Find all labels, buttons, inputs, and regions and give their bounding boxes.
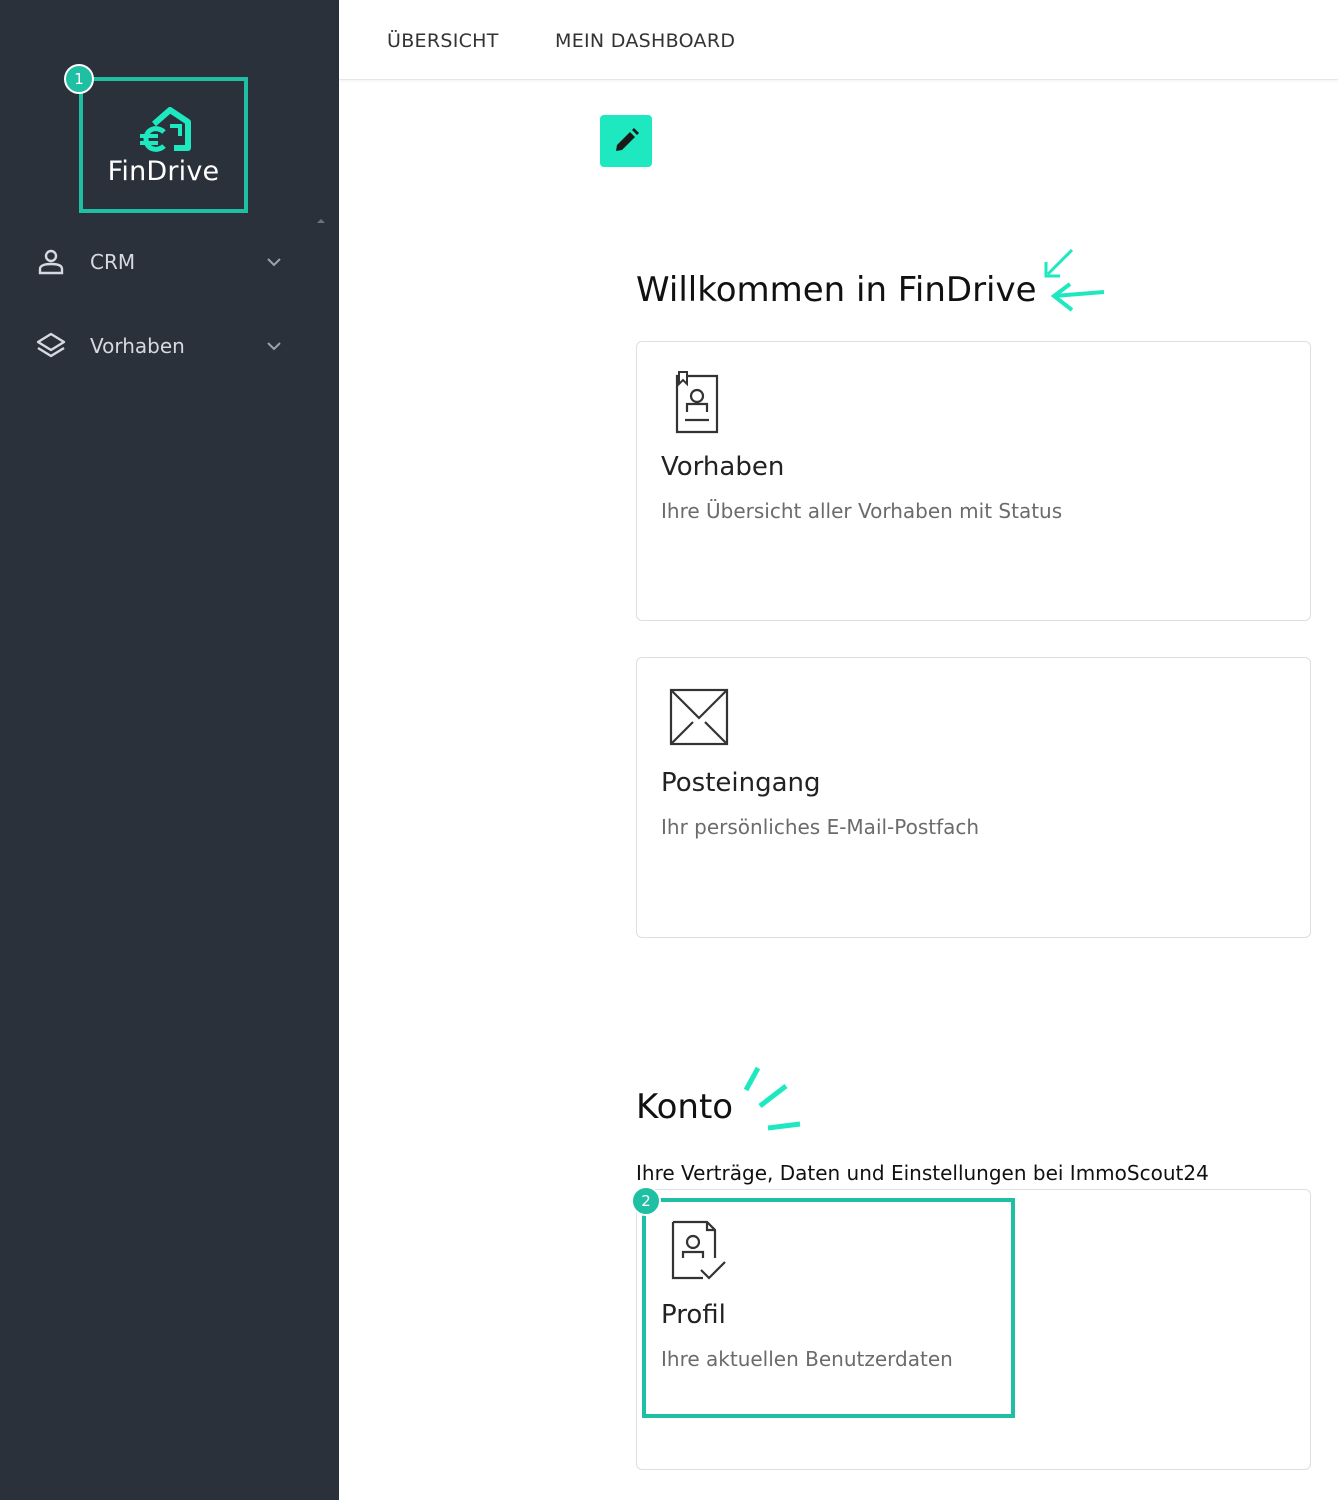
card-title: Posteingang: [661, 768, 821, 798]
logo[interactable]: FinDrive: [79, 77, 248, 213]
card-posteingang[interactable]: Posteingang Ihr persönliches E-Mail-Post…: [636, 657, 1311, 938]
card-description: Ihr persönliches E-Mail-Postfach: [661, 815, 980, 839]
chevron-down-icon: [267, 342, 281, 351]
sidebar-item-vorhaben[interactable]: Vorhaben: [0, 316, 339, 376]
envelope-icon: [669, 688, 729, 746]
profile-highlight-frame: [642, 1198, 1015, 1418]
chevron-down-icon: [267, 258, 281, 267]
welcome-title: Willkommen in FinDrive: [636, 270, 1037, 310]
top-tab-bar: ÜBERSICHT MEIN DASHBOARD: [339, 0, 1338, 80]
tab-uebersicht[interactable]: ÜBERSICHT: [387, 30, 499, 52]
sidebar-item-label: Vorhaben: [90, 334, 185, 358]
konto-subtitle: Ihre Verträge, Daten und Einstellungen b…: [636, 1161, 1209, 1185]
card-vorhaben[interactable]: Vorhaben Ihre Übersicht aller Vorhaben m…: [636, 341, 1311, 621]
sidebar-item-label: CRM: [90, 250, 136, 274]
decorative-arrows-icon: [1044, 248, 1105, 312]
sidebar-item-crm[interactable]: CRM: [0, 232, 339, 292]
layers-icon: [36, 332, 66, 358]
card-title: Vorhaben: [661, 452, 785, 482]
pencil-icon: [616, 128, 639, 151]
edit-button[interactable]: [600, 115, 652, 167]
tab-mein-dashboard[interactable]: MEIN DASHBOARD: [555, 30, 735, 52]
clipboard-person-icon: [675, 371, 719, 434]
konto-title: Konto: [636, 1087, 734, 1127]
sidebar: FinDrive 1 CRM Vorhaben: [0, 0, 339, 1500]
person-icon: [38, 249, 64, 275]
card-description: Ihre Übersicht aller Vorhaben mit Status: [661, 499, 1063, 523]
scroll-up-caret[interactable]: [317, 219, 325, 223]
callout-badge-1: 1: [64, 64, 94, 94]
logo-text: FinDrive: [107, 155, 220, 187]
decorative-burst-icon: [743, 1066, 801, 1131]
house-euro-icon: [139, 106, 191, 152]
callout-badge-2: 2: [631, 1186, 661, 1216]
